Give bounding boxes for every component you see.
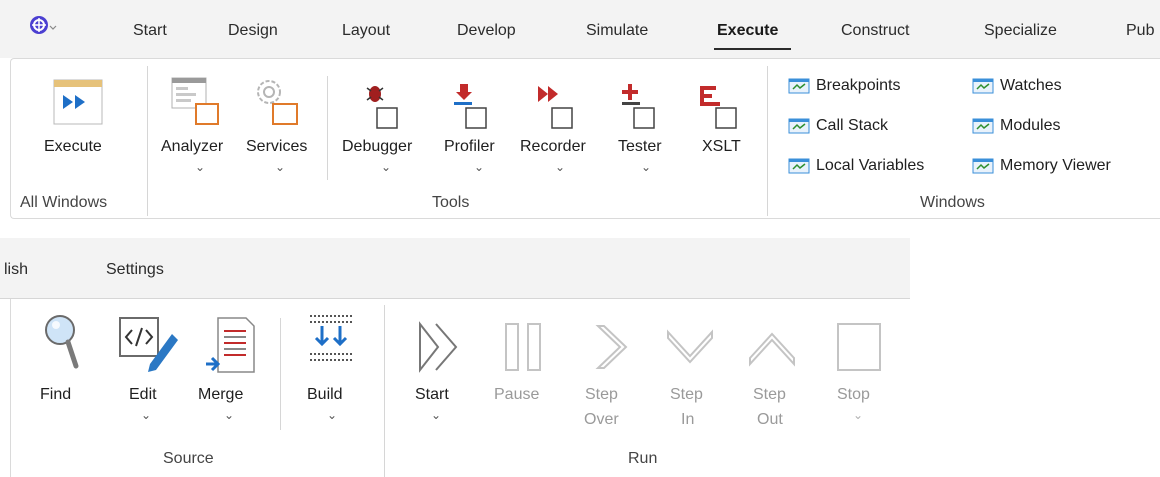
source-group-label: Source	[163, 450, 214, 467]
build-dropdown-icon[interactable]: ⌄	[327, 408, 337, 422]
merge-dropdown-icon[interactable]: ⌄	[224, 408, 234, 422]
app-menu-icon[interactable]	[28, 14, 58, 43]
tester-icon[interactable]	[620, 80, 660, 135]
step-over-icon[interactable]	[590, 322, 630, 377]
step-out-icon[interactable]	[746, 328, 798, 373]
analyzer-label[interactable]: Analyzer	[161, 138, 223, 156]
start-label[interactable]: Start	[415, 386, 449, 404]
start-icon[interactable]	[416, 320, 462, 379]
stop-icon[interactable]	[836, 322, 882, 377]
tab-execute[interactable]: Execute	[717, 22, 778, 40]
tab-start[interactable]: Start	[133, 22, 167, 40]
watches-label: Watches	[1000, 77, 1062, 94]
tab-simulate[interactable]: Simulate	[586, 22, 648, 40]
profiler-dropdown-icon[interactable]: ⌄	[474, 160, 484, 174]
separator	[280, 318, 281, 430]
tab-publish-partial[interactable]: Pub	[1126, 22, 1154, 40]
step-over-label-line2[interactable]: Over	[584, 411, 619, 429]
execute-icon[interactable]	[53, 79, 103, 130]
services-label[interactable]: Services	[246, 138, 307, 156]
tab-settings[interactable]: Settings	[106, 261, 164, 279]
find-magnifier-icon[interactable]	[42, 312, 82, 379]
local-variables-label: Local Variables	[816, 157, 925, 174]
window-icon	[972, 158, 994, 174]
build-icon[interactable]	[306, 312, 358, 375]
stop-dropdown-icon[interactable]: ⌄	[853, 408, 863, 422]
step-out-label-line2[interactable]: Out	[757, 411, 783, 429]
watches-item[interactable]: Watches	[972, 77, 1062, 95]
analyzer-icon[interactable]	[170, 76, 224, 135]
analyzer-dropdown-icon[interactable]: ⌄	[195, 160, 205, 174]
edit-code-icon[interactable]	[118, 316, 180, 379]
recorder-label[interactable]: Recorder	[520, 138, 586, 156]
modules-item[interactable]: Modules	[972, 117, 1060, 135]
run-group-label: Run	[628, 450, 658, 467]
profiler-icon[interactable]	[452, 80, 492, 135]
local-variables-item[interactable]: Local Variables	[788, 157, 924, 175]
step-in-icon[interactable]	[664, 326, 716, 371]
stop-label[interactable]: Stop	[837, 386, 870, 404]
tab-publish-partial[interactable]: lish	[4, 261, 28, 279]
services-dropdown-icon[interactable]: ⌄	[275, 160, 285, 174]
merge-document-icon[interactable]	[204, 316, 256, 381]
step-over-label-line1[interactable]: Step	[585, 386, 618, 404]
step-in-label-line2[interactable]: In	[681, 411, 694, 429]
modules-label: Modules	[1000, 117, 1061, 134]
tab-specialize[interactable]: Specialize	[984, 22, 1057, 40]
breakpoints-label: Breakpoints	[816, 77, 901, 94]
edit-dropdown-icon[interactable]: ⌄	[141, 408, 151, 422]
tab-layout[interactable]: Layout	[342, 22, 390, 40]
pause-icon[interactable]	[502, 322, 546, 377]
tab-develop[interactable]: Develop	[457, 22, 516, 40]
step-in-label-line1[interactable]: Step	[670, 386, 703, 404]
call-stack-item[interactable]: Call Stack	[788, 117, 888, 135]
debugger-dropdown-icon[interactable]: ⌄	[381, 160, 391, 174]
call-stack-label: Call Stack	[816, 117, 889, 134]
window-icon	[972, 78, 994, 94]
separator	[327, 76, 328, 180]
profiler-label[interactable]: Profiler	[444, 138, 495, 156]
debugger-label[interactable]: Debugger	[342, 138, 412, 156]
build-label[interactable]: Build	[307, 386, 343, 404]
recorder-icon[interactable]	[534, 80, 578, 135]
window-icon	[788, 78, 810, 94]
execute-button-label[interactable]: Execute	[44, 138, 102, 156]
recorder-dropdown-icon[interactable]: ⌄	[555, 160, 565, 174]
separator	[384, 305, 385, 477]
find-label[interactable]: Find	[40, 386, 71, 404]
tools-group-label: Tools	[432, 194, 470, 211]
edit-label[interactable]: Edit	[129, 386, 157, 404]
memory-viewer-label: Memory Viewer	[1000, 157, 1111, 174]
tester-label[interactable]: Tester	[618, 138, 662, 156]
xslt-icon[interactable]	[698, 80, 742, 135]
debugger-icon[interactable]	[363, 80, 403, 135]
tab-construct[interactable]: Construct	[841, 22, 909, 40]
memory-viewer-item[interactable]: Memory Viewer	[972, 157, 1111, 175]
separator	[767, 66, 768, 216]
window-icon	[972, 118, 994, 134]
all-windows-group-label: All Windows	[20, 194, 108, 211]
window-icon	[788, 118, 810, 134]
merge-label[interactable]: Merge	[198, 386, 243, 404]
tester-dropdown-icon[interactable]: ⌄	[641, 160, 651, 174]
step-out-label-line1[interactable]: Step	[753, 386, 786, 404]
tab-design[interactable]: Design	[228, 22, 278, 40]
window-icon	[788, 158, 810, 174]
pause-label[interactable]: Pause	[494, 386, 539, 404]
active-tab-indicator	[714, 48, 791, 50]
windows-group-label: Windows	[920, 194, 985, 211]
start-dropdown-icon[interactable]: ⌄	[431, 408, 441, 422]
separator	[147, 66, 148, 216]
services-icon[interactable]	[251, 76, 305, 135]
breakpoints-item[interactable]: Breakpoints	[788, 77, 901, 95]
xslt-label[interactable]: XSLT	[702, 138, 741, 156]
